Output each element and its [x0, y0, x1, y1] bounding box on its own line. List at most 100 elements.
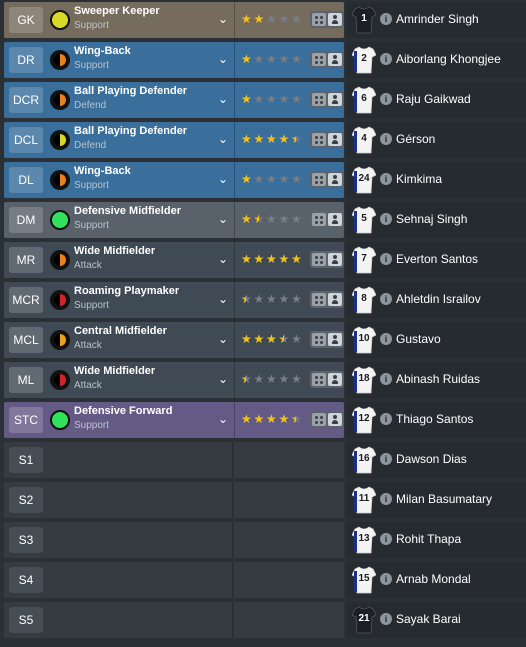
- info-icon[interactable]: i: [380, 453, 392, 465]
- info-icon[interactable]: i: [380, 13, 392, 25]
- view-toggle-icon[interactable]: [310, 371, 344, 388]
- role-panel[interactable]: MLWide MidfielderAttack⌄★★★★★★: [4, 362, 344, 398]
- grid-view-icon[interactable]: [312, 173, 326, 186]
- role-panel[interactable]: STCDefensive ForwardSupport⌄★★★★★★★★★★: [4, 402, 344, 438]
- person-view-icon[interactable]: [328, 93, 342, 106]
- player-name[interactable]: Aiborlang Khongjee: [396, 52, 501, 66]
- player-cell[interactable]: 7 i Everton Santos: [347, 242, 526, 278]
- player-name[interactable]: Milan Basumatary: [396, 492, 492, 506]
- person-view-icon[interactable]: [328, 253, 342, 266]
- view-toggle-icon[interactable]: [310, 51, 344, 68]
- sub-slot[interactable]: S2: [4, 482, 232, 518]
- player-cell[interactable]: 6 i Raju Gaikwad: [347, 82, 526, 118]
- person-view-icon[interactable]: [328, 333, 342, 346]
- info-icon[interactable]: i: [380, 613, 392, 625]
- grid-view-icon[interactable]: [312, 333, 326, 346]
- grid-view-icon[interactable]: [312, 293, 326, 306]
- player-name[interactable]: Kimkima: [396, 172, 442, 186]
- info-icon[interactable]: i: [380, 253, 392, 265]
- info-icon[interactable]: i: [380, 373, 392, 385]
- chevron-down-icon[interactable]: ⌄: [216, 410, 230, 428]
- role-panel[interactable]: DCR Ball Playing Defender Defend ⌄ ★ ★ ★ ★ ★ ★: [4, 82, 344, 118]
- info-icon[interactable]: i: [380, 413, 392, 425]
- player-cell[interactable]: 24 i Kimkima: [347, 162, 526, 198]
- player-name[interactable]: Everton Santos: [396, 252, 478, 266]
- person-view-icon[interactable]: [328, 173, 342, 186]
- grid-view-icon[interactable]: [312, 53, 326, 66]
- person-view-icon[interactable]: [328, 413, 342, 426]
- grid-view-icon[interactable]: [312, 413, 326, 426]
- grid-view-icon[interactable]: [312, 373, 326, 386]
- view-toggle-icon[interactable]: [310, 11, 344, 28]
- info-icon[interactable]: i: [380, 333, 392, 345]
- player-name[interactable]: Gustavo: [396, 332, 441, 346]
- grid-view-icon[interactable]: [312, 213, 326, 226]
- info-icon[interactable]: i: [380, 293, 392, 305]
- player-cell[interactable]: 10 i Gustavo: [347, 322, 526, 358]
- view-toggle-icon[interactable]: [310, 91, 344, 108]
- chevron-down-icon[interactable]: ⌄: [216, 210, 230, 228]
- role-panel[interactable]: DCL Ball Playing Defender Defend ⌄ ★ ★ ★ ★ ★ ★ ★ ★ ★…: [4, 122, 344, 158]
- player-cell[interactable]: 1 i Amrinder Singh: [347, 2, 526, 38]
- sub-slot[interactable]: S5: [4, 602, 232, 638]
- role-panel[interactable]: MCRRoaming PlaymakerSupport⌄★★★★★★: [4, 282, 344, 318]
- info-icon[interactable]: i: [380, 93, 392, 105]
- chevron-down-icon[interactable]: ⌄: [216, 250, 230, 268]
- view-toggle-icon[interactable]: [310, 251, 344, 268]
- info-icon[interactable]: i: [380, 133, 392, 145]
- chevron-down-icon[interactable]: ⌄: [216, 50, 230, 68]
- player-name[interactable]: Sayak Barai: [396, 612, 461, 626]
- player-cell[interactable]: 16 i Dawson Dias: [347, 442, 526, 478]
- chevron-down-icon[interactable]: ⌄: [216, 130, 230, 148]
- player-name[interactable]: Ahletdin Israilov: [396, 292, 481, 306]
- role-panel[interactable]: MCLCentral MidfielderAttack⌄★★★★★★★★★: [4, 322, 344, 358]
- sub-slot[interactable]: S1: [4, 442, 232, 478]
- player-cell[interactable]: 18 i Abinash Ruidas: [347, 362, 526, 398]
- info-icon[interactable]: i: [380, 493, 392, 505]
- grid-view-icon[interactable]: [312, 13, 326, 26]
- info-icon[interactable]: i: [380, 53, 392, 65]
- chevron-down-icon[interactable]: ⌄: [216, 290, 230, 308]
- player-name[interactable]: Thiago Santos: [396, 412, 473, 426]
- player-cell[interactable]: 13 i Rohit Thapa: [347, 522, 526, 558]
- info-icon[interactable]: i: [380, 173, 392, 185]
- role-panel[interactable]: GK Sweeper Keeper Support ⌄ ★ ★ ★ ★ ★ ★ ★: [4, 2, 344, 38]
- view-toggle-icon[interactable]: [310, 411, 344, 428]
- player-cell[interactable]: 8 i Ahletdin Israilov: [347, 282, 526, 318]
- grid-view-icon[interactable]: [312, 253, 326, 266]
- view-toggle-icon[interactable]: [310, 131, 344, 148]
- player-name[interactable]: Arnab Mondal: [396, 572, 471, 586]
- sub-slot[interactable]: S3: [4, 522, 232, 558]
- view-toggle-icon[interactable]: [310, 211, 344, 228]
- chevron-down-icon[interactable]: ⌄: [216, 90, 230, 108]
- player-name[interactable]: Raju Gaikwad: [396, 92, 471, 106]
- role-panel[interactable]: DMDefensive MidfielderSupport⌄★★★★★★★: [4, 202, 344, 238]
- player-cell[interactable]: 15 i Arnab Mondal: [347, 562, 526, 598]
- person-view-icon[interactable]: [328, 53, 342, 66]
- role-panel[interactable]: DL Wing-Back Support ⌄ ★ ★ ★ ★ ★ ★: [4, 162, 344, 198]
- player-name[interactable]: Dawson Dias: [396, 452, 467, 466]
- info-icon[interactable]: i: [380, 213, 392, 225]
- sub-slot[interactable]: S4: [4, 562, 232, 598]
- grid-view-icon[interactable]: [312, 93, 326, 106]
- role-panel[interactable]: DR Wing-Back Support ⌄ ★ ★ ★ ★ ★ ★: [4, 42, 344, 78]
- player-cell[interactable]: 12 i Thiago Santos: [347, 402, 526, 438]
- info-icon[interactable]: i: [380, 533, 392, 545]
- view-toggle-icon[interactable]: [310, 331, 344, 348]
- person-view-icon[interactable]: [328, 13, 342, 26]
- player-cell[interactable]: 5 i Sehnaj Singh: [347, 202, 526, 238]
- chevron-down-icon[interactable]: ⌄: [216, 370, 230, 388]
- chevron-down-icon[interactable]: ⌄: [216, 10, 230, 28]
- chevron-down-icon[interactable]: ⌄: [216, 330, 230, 348]
- person-view-icon[interactable]: [328, 373, 342, 386]
- chevron-down-icon[interactable]: ⌄: [216, 170, 230, 188]
- player-name[interactable]: Sehnaj Singh: [396, 212, 467, 226]
- player-cell[interactable]: 11 i Milan Basumatary: [347, 482, 526, 518]
- player-cell[interactable]: 2 i Aiborlang Khongjee: [347, 42, 526, 78]
- player-name[interactable]: Gérson: [396, 132, 435, 146]
- player-name[interactable]: Abinash Ruidas: [396, 372, 480, 386]
- info-icon[interactable]: i: [380, 573, 392, 585]
- grid-view-icon[interactable]: [312, 133, 326, 146]
- player-name[interactable]: Amrinder Singh: [396, 12, 479, 26]
- person-view-icon[interactable]: [328, 213, 342, 226]
